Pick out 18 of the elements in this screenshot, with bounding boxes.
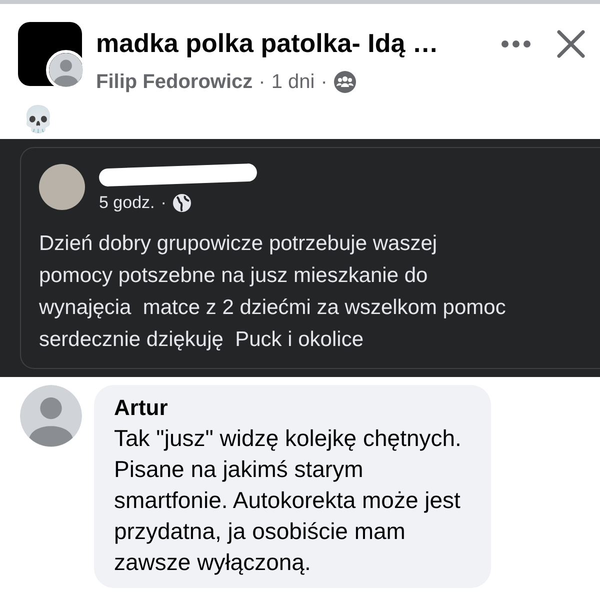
comment-text: Tak "jusz" widzę kolejkę chętnych. Pisane na jakimś starym smartfonie. Autokorekta może jest przydatna, ja osobiście mam zawsze wyłączoną. — [114, 424, 462, 577]
separator-dot: · — [160, 192, 166, 214]
author-name[interactable]: Filip Fedorowicz — [96, 67, 253, 97]
post-time[interactable]: 1 dni — [271, 67, 315, 97]
post-text: 💀 — [21, 103, 55, 135]
shared-post-time: 5 godz. — [99, 192, 155, 214]
close-icon — [557, 30, 585, 58]
group-members-icon — [333, 70, 358, 94]
avatar-icon — [20, 384, 82, 446]
globe-icon — [172, 192, 192, 213]
group-name[interactable]: madka polka patolka- Idą … — [96, 24, 494, 63]
separator-dot: · — [320, 70, 328, 95]
separator-dot: · — [258, 70, 266, 95]
avatar-icon — [49, 53, 83, 87]
more-icon — [501, 40, 531, 48]
photo-placeholder — [39, 164, 85, 210]
shared-post-text: Dzień dobry grupowicze potrzebuje waszej pomocy potszebne na jusz mieszkanie do wynajęcia matce z 2 dziećmi za wszelkom pomoc serdecznie dziękuję Puck i okolice — [39, 230, 507, 352]
comment-author[interactable]: Artur — [114, 392, 462, 422]
